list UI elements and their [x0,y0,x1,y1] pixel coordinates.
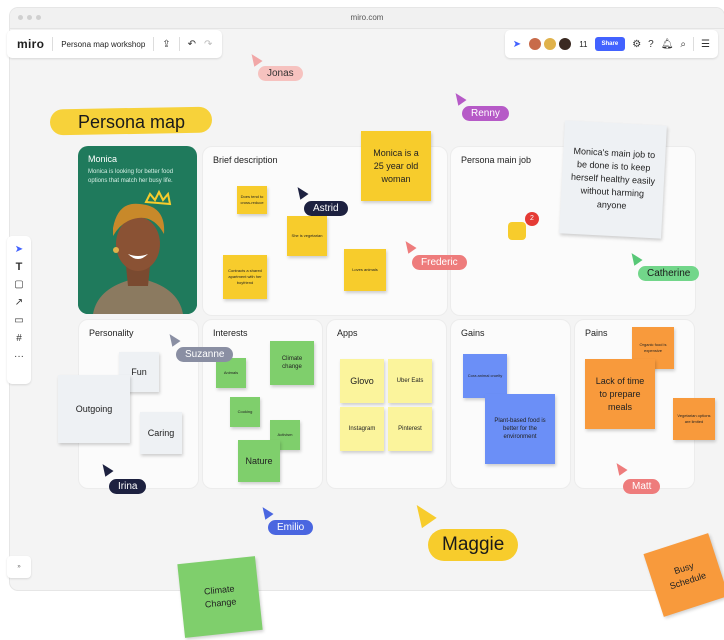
sticky-note[interactable]: Cora animal cruelty [463,354,507,398]
title-bar: miro.com [10,8,724,29]
sticky-note[interactable]: Instagram [340,407,384,451]
select-icon[interactable]: ➤ [15,244,23,256]
cursor-label: Suzanne [176,347,234,362]
avatar[interactable] [543,37,558,51]
apps-frame[interactable]: Apps [326,319,447,489]
sticky-note-large[interactable]: Monica is a 25 year old woman [361,131,431,201]
url-label: miro.com [350,13,384,22]
divider [52,37,54,51]
divider [693,37,695,51]
cursor-label: Irina [109,479,147,494]
sticky-note[interactable]: Contracts a shared apartment with her bo… [223,255,267,299]
sticky-note[interactable]: Pinterest [388,407,432,451]
cursor-label: Catherine [638,266,700,281]
cursor-label: Emilio [268,520,314,535]
sticky-note[interactable]: Loves animals [344,249,386,291]
frame-title: Apps [337,328,358,338]
frame-title: Gains [461,328,485,338]
sticky-note[interactable]: Does tend to cross-reduce [237,186,267,214]
sticky-note[interactable]: Lack of time to prepare meals [585,359,655,429]
frame-title: Brief description [213,155,278,165]
comment-icon[interactable] [508,222,526,240]
share-button[interactable]: Share [594,37,626,51]
cursor-label: Jonas [258,66,303,81]
cursor-flag-icon[interactable]: ➤ [513,39,521,50]
cursor-label: Maggie [428,529,519,561]
text-icon[interactable]: T [16,262,23,273]
sticky-note[interactable]: Vegetarian options are limited [673,398,715,440]
avatar[interactable] [528,37,543,51]
cursor-label: Matt [623,479,661,494]
frame-title: Persona main job [461,155,532,165]
sticky-note-icon[interactable]: ▢ [14,279,23,291]
sticky-note[interactable]: Caring [140,412,182,454]
frame-title: Interests [213,328,248,338]
persona-photo [78,189,197,314]
collab-toolbar: ➤ 11 Share ⚙ ? 🔔︎ ⌕ ☰ [504,30,718,58]
persona-card[interactable]: Monica Monica is looking for better food… [78,146,197,314]
cursor-label: Frederic [412,255,467,270]
cursor-label: Renny [462,106,509,121]
frame-title: Pains [585,328,608,338]
redo-icon[interactable]: ↷ [204,39,212,50]
more-icon[interactable]: ··· [14,351,24,363]
frame-icon[interactable]: # [16,333,22,345]
miro-logo[interactable]: miro [17,37,44,51]
comment-icon[interactable]: ▭ [14,315,23,327]
undo-icon[interactable]: ↶ [188,39,196,50]
divider [153,37,155,51]
sticky-note[interactable]: Plant-based food is better for the envir… [485,394,555,464]
export-icon[interactable]: ⇪ [162,39,170,50]
sticky-note-large[interactable]: Monica's main job to be done is to keep … [559,120,667,239]
bell-icon[interactable]: 🔔︎ [661,39,674,50]
window-controls[interactable] [18,15,41,20]
sticky-note[interactable]: She is vegetarian [287,216,327,256]
sticky-note[interactable]: Climate change [270,341,314,385]
sticky-note[interactable]: Animals [216,358,246,388]
minimap-toggle[interactable]: » [7,556,31,578]
frame-title: Personality [89,328,134,338]
pen-icon[interactable]: ↗ [15,297,23,309]
settings-icon[interactable]: ⚙ [632,39,641,50]
sticky-note[interactable]: Glovo [340,359,384,403]
comment-count-badge: 2 [525,212,539,226]
board-name[interactable]: Persona map workshop [61,40,145,49]
floating-sticky-note[interactable]: Climate Change [177,556,263,638]
persona-earring [113,247,119,253]
avatar[interactable] [558,37,573,51]
search-icon[interactable]: ⌕ [680,39,686,50]
collaborator-count: 11 [579,39,588,49]
sticky-note[interactable]: Nature [238,440,280,482]
cursor-label: Astrid [304,201,348,216]
board-title[interactable]: Persona map [78,112,185,133]
tools-sidebar: ➤ T ▢ ↗ ▭ # ··· [7,236,31,384]
sticky-note[interactable]: Outgoing [58,375,130,443]
crown-icon [144,189,172,206]
sticky-note[interactable]: Cooking [230,397,260,427]
divider [178,37,180,51]
notes-icon[interactable]: ☰ [701,39,710,50]
board-toolbar: miro Persona map workshop ⇪ ↶ ↷ [7,30,223,58]
persona-face [116,217,160,271]
sticky-note[interactable]: Uber Eats [388,359,432,403]
help-icon[interactable]: ? [648,39,654,50]
